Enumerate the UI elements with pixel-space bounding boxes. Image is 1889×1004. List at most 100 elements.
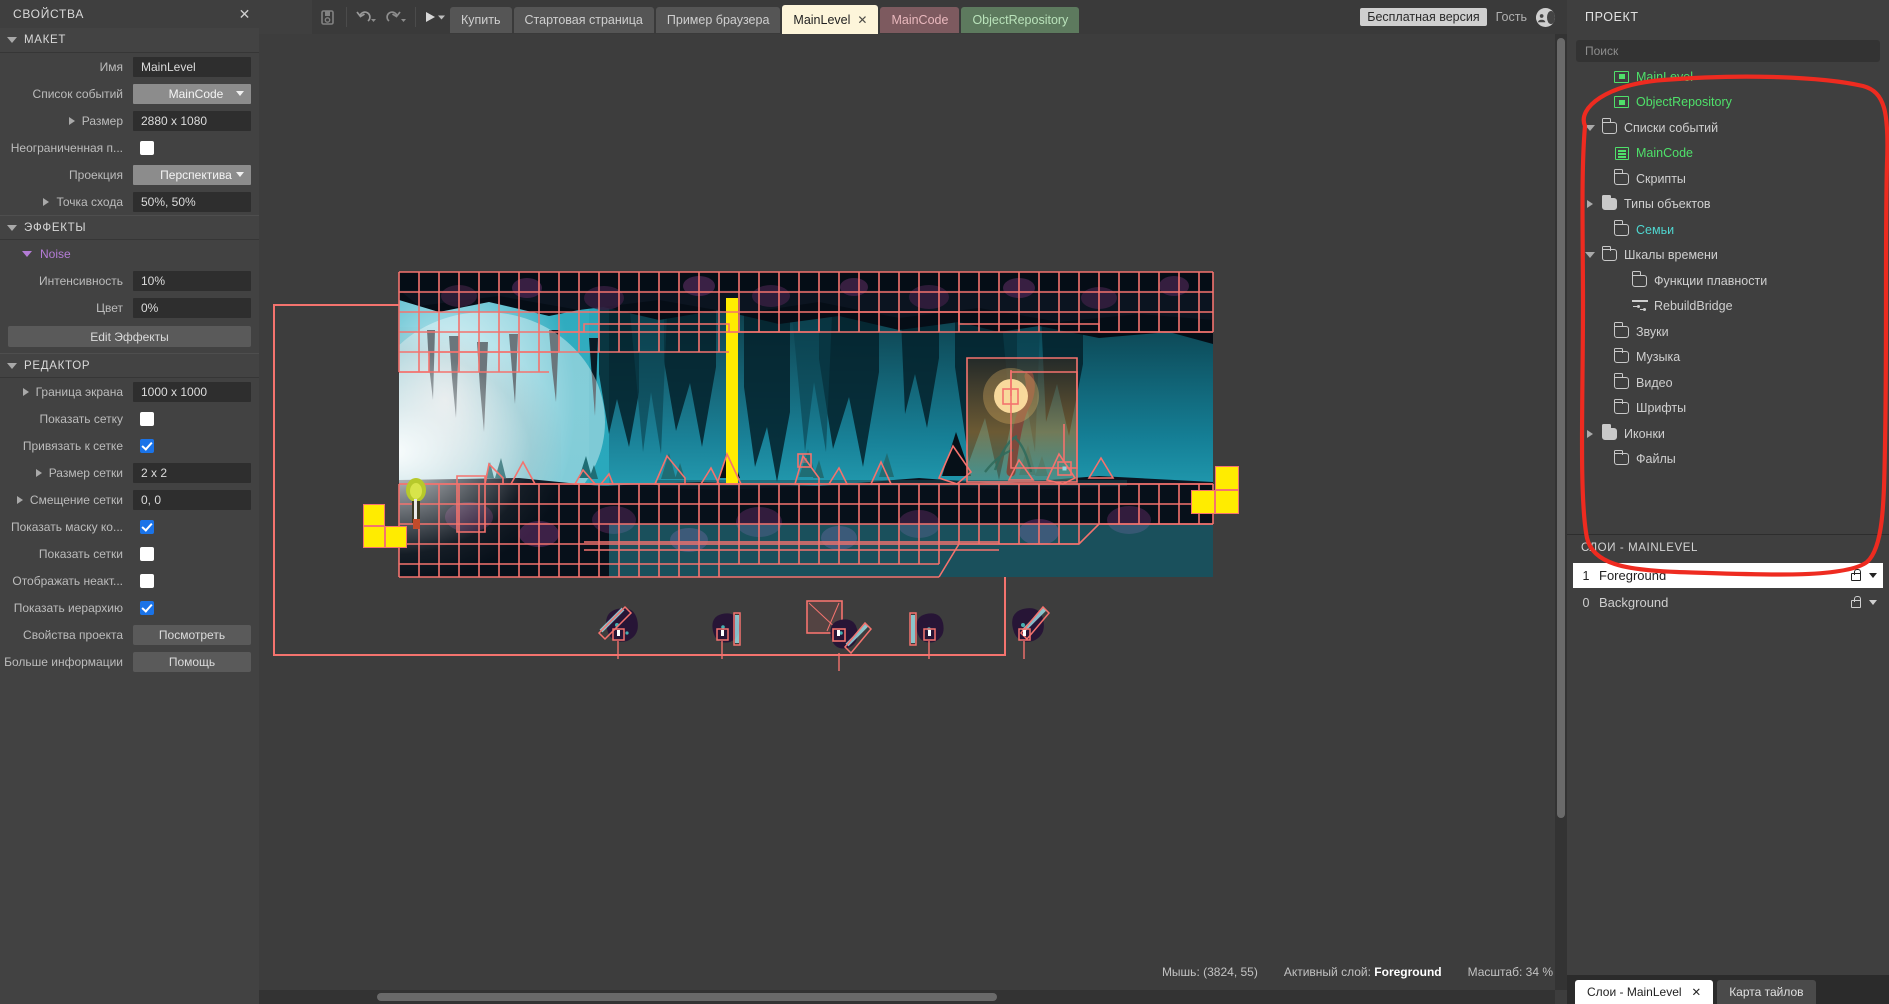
section-header-effects[interactable]: ЭФФЕКТЫ — [0, 215, 259, 240]
tree-item-music[interactable]: Музыка — [1567, 345, 1889, 371]
avatar[interactable] — [1536, 7, 1555, 27]
chevron-right-icon[interactable] — [68, 116, 75, 125]
tree-item-easing-functions[interactable]: Функции плавности — [1567, 268, 1889, 294]
effect-name: Noise — [40, 246, 71, 261]
save-icon[interactable] — [312, 0, 342, 34]
horizontal-scrollbar[interactable] — [259, 990, 1555, 1004]
tab-buy[interactable]: Купить — [450, 6, 512, 33]
show-hierarchy-checkbox[interactable] — [140, 600, 154, 615]
layer-name: Background — [1599, 595, 1669, 610]
undo-icon[interactable] — [351, 0, 381, 34]
chevron-right-icon[interactable] — [16, 495, 23, 504]
property-row-name: Имя MainLevel — [0, 53, 259, 80]
chevron-right-icon[interactable] — [1585, 200, 1595, 209]
tree-item-mainlevel[interactable]: MainLevel — [1567, 64, 1889, 90]
tab-start-page[interactable]: Стартовая страница — [513, 6, 654, 33]
show-grid-checkbox[interactable] — [140, 411, 154, 426]
effect-item-noise[interactable]: Noise — [0, 240, 259, 267]
small-instance-marker[interactable] — [796, 452, 814, 470]
intensity-input[interactable]: 10% — [133, 270, 251, 291]
chevron-down-icon[interactable] — [1585, 124, 1595, 131]
chevron-down-icon — [236, 91, 244, 96]
edit-effects-button[interactable]: Edit Эффекты — [8, 326, 251, 347]
selected-tile-2[interactable] — [363, 526, 385, 548]
preview-play-icon[interactable] — [420, 0, 450, 34]
selected-tile-5[interactable] — [1215, 490, 1239, 514]
tab-mainlevel[interactable]: MainLevel ✕ — [782, 5, 879, 34]
view-project-properties-button[interactable]: Посмотреть — [133, 624, 251, 645]
selected-tile-1[interactable] — [363, 504, 385, 526]
screen-border-input[interactable]: 1000 x 1000 — [133, 381, 251, 402]
property-row-show-inactive: Отображать неакт... — [0, 567, 259, 594]
tree-item-icons[interactable]: Иконки — [1567, 421, 1889, 447]
section-header-editor[interactable]: РЕДАКТОР — [0, 353, 259, 378]
tree-item-scripts[interactable]: Скрипты — [1567, 166, 1889, 192]
bottom-tab-layers[interactable]: Слои - MainLevel ✕ — [1575, 980, 1714, 1004]
snap-to-grid-checkbox[interactable] — [140, 438, 154, 453]
chevron-down-icon[interactable] — [1869, 573, 1877, 578]
show-inactive-checkbox[interactable] — [140, 573, 154, 588]
vertical-scrollbar-thumb[interactable] — [1557, 38, 1565, 818]
selected-tile-6[interactable] — [1191, 490, 1215, 514]
tree-item-timelines[interactable]: Шкалы времени — [1567, 243, 1889, 269]
chevron-down-icon[interactable] — [1869, 600, 1877, 605]
vanishing-point-input[interactable]: 50%, 50% — [133, 191, 251, 212]
vertical-scrollbar[interactable] — [1555, 34, 1567, 990]
color-input[interactable]: 0% — [133, 297, 251, 318]
help-button[interactable]: Помощь — [133, 651, 251, 672]
name-input[interactable]: MainLevel — [133, 56, 251, 77]
horizontal-scrollbar-thumb[interactable] — [377, 993, 997, 1001]
show-collision-mask-checkbox[interactable] — [140, 519, 154, 534]
chevron-right-icon[interactable] — [1585, 429, 1595, 438]
grid-offset-input[interactable]: 0, 0 — [133, 489, 251, 510]
tree-item-files[interactable]: Файлы — [1567, 447, 1889, 473]
tree-item-video[interactable]: Видео — [1567, 370, 1889, 396]
close-icon[interactable]: ✕ — [239, 7, 251, 21]
eventsheet-icon — [1613, 146, 1630, 161]
property-row-grid-offset: Смещение сетки 0, 0 — [0, 486, 259, 513]
chevron-right-icon[interactable] — [22, 387, 29, 396]
layer-row-background[interactable]: 0 Background — [1573, 590, 1883, 615]
unbounded-checkbox[interactable] — [140, 140, 154, 155]
chevron-right-icon[interactable] — [35, 468, 42, 477]
property-label: Показать сетки — [38, 546, 123, 561]
redo-icon[interactable] — [381, 0, 411, 34]
tree-item-rebuildbridge[interactable]: RebuildBridge — [1567, 294, 1889, 320]
section-editor-label: РЕДАКТОР — [24, 359, 91, 372]
player-sprite[interactable] — [403, 475, 429, 533]
lock-icon[interactable] — [1851, 596, 1861, 608]
project-tree[interactable]: MainLevel ObjectRepository Списки событи… — [1567, 64, 1889, 534]
close-icon[interactable]: ✕ — [857, 13, 867, 27]
edition-badge[interactable]: Бесплатная версия — [1360, 8, 1487, 26]
property-label: Интенсивность — [38, 273, 123, 288]
tree-item-fonts[interactable]: Шрифты — [1567, 396, 1889, 422]
layout-canvas[interactable] — [259, 34, 1555, 982]
selected-tile-4[interactable] — [1215, 466, 1239, 490]
close-icon[interactable]: ✕ — [1692, 985, 1702, 999]
section-header-layout[interactable]: МАКЕТ — [0, 28, 259, 53]
size-input[interactable]: 2880 x 1080 — [133, 110, 251, 131]
project-search-input[interactable]: Поиск — [1576, 40, 1880, 62]
chevron-down-icon[interactable] — [1585, 252, 1595, 259]
lock-icon[interactable] — [1851, 569, 1861, 581]
show-grids-checkbox[interactable] — [140, 546, 154, 561]
tree-item-objectrepository[interactable]: ObjectRepository — [1567, 90, 1889, 116]
layer-row-foreground[interactable]: 1 Foreground — [1573, 563, 1883, 588]
offscreen-instances-row[interactable] — [589, 599, 1089, 679]
projection-select[interactable]: Перспектива — [133, 164, 251, 185]
tree-item-event-sheets[interactable]: Списки событий — [1567, 115, 1889, 141]
marker-object[interactable] — [1054, 424, 1084, 484]
tree-item-maincode[interactable]: MainCode — [1567, 141, 1889, 167]
tab-maincode[interactable]: MainCode — [880, 6, 960, 33]
event-sheet-select[interactable]: MainCode — [133, 83, 251, 104]
tree-item-families[interactable]: Семьи — [1567, 217, 1889, 243]
grid-size-input[interactable]: 2 x 2 — [133, 462, 251, 483]
tree-item-sounds[interactable]: Звуки — [1567, 319, 1889, 345]
tree-item-label: Шрифты — [1636, 401, 1687, 416]
chevron-right-icon[interactable] — [43, 197, 50, 206]
tab-browser-example[interactable]: Пример браузера — [655, 6, 781, 33]
layout-editor-viewport[interactable]: Мышь: (3824, 55) Активный слой: Foregrou… — [259, 34, 1567, 1004]
tree-item-object-types[interactable]: Типы объектов — [1567, 192, 1889, 218]
tab-objectrepository[interactable]: ObjectRepository — [961, 6, 1080, 33]
bottom-tab-tilemap[interactable]: Карта тайлов — [1717, 980, 1816, 1004]
